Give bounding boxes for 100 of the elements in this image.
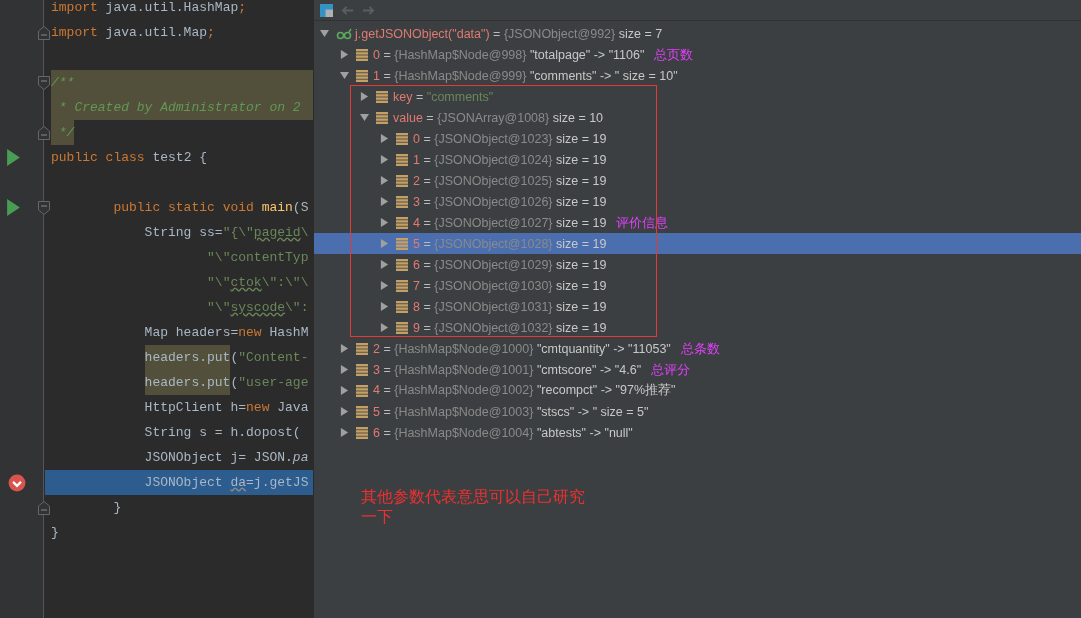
- tree-row[interactable]: 1 = {JSONObject@1024} size = 19: [314, 149, 1081, 170]
- field-icon: [356, 384, 368, 397]
- field-icon: [396, 216, 408, 229]
- caret-right-icon[interactable]: [380, 134, 389, 143]
- code-line: String s = h.dopost(: [143, 424, 301, 442]
- node-label: 4 = {HashMap$Node@1002} "recompct" -> "97%推荐": [373, 382, 676, 399]
- node-label: 5 = {JSONObject@1028} size = 19: [413, 236, 607, 251]
- code-line: * Created by Administrator on 2: [57, 99, 301, 117]
- caret-down-icon[interactable]: [360, 113, 369, 122]
- field-icon: [356, 363, 368, 376]
- node-label: value = {JSONArray@1008} size = 10: [393, 110, 604, 125]
- code-line: headers.put("user-age: [51, 370, 309, 395]
- field-icon: [396, 132, 408, 145]
- glasses-icon: [336, 27, 352, 40]
- code-line: headers.put("Content-: [51, 345, 309, 370]
- node-label: 9 = {JSONObject@1032} size = 19: [413, 320, 607, 335]
- field-icon: [356, 342, 368, 355]
- caret-right-icon[interactable]: [380, 218, 389, 227]
- tree-row[interactable]: 3 = {JSONObject@1026} size = 19: [314, 191, 1081, 212]
- fold-icon[interactable]: [38, 25, 50, 40]
- field-icon: [396, 258, 408, 271]
- run-icon[interactable]: [6, 199, 20, 216]
- tree-row[interactable]: j.getJSONObject("data") = {JSONObject@992} size = 7: [314, 23, 1081, 44]
- caret-right-icon[interactable]: [380, 302, 389, 311]
- tree-row[interactable]: 2 = {JSONObject@1025} size = 19: [314, 170, 1081, 191]
- tree-row[interactable]: value = {JSONArray@1008} size = 10: [314, 107, 1081, 128]
- node-label: 1 = {HashMap$Node@999} "comments" -> " size = 10": [373, 68, 678, 83]
- caret-right-icon[interactable]: [380, 323, 389, 332]
- tree-row[interactable]: 0 = {HashMap$Node@998} "totalpage" -> "1106" 总页数: [314, 44, 1081, 65]
- layout-icon[interactable]: [320, 3, 333, 17]
- fold-icon[interactable]: [38, 125, 50, 140]
- tree-row[interactable]: 8 = {JSONObject@1031} size = 19: [314, 296, 1081, 317]
- annotation-text: 其他参数代表意思可以自己研究一下: [361, 487, 585, 527]
- tree-row[interactable]: 3 = {HashMap$Node@1001} "cmtscore" -> "4.6" 总评分: [314, 359, 1081, 380]
- fold-icon[interactable]: [38, 500, 50, 515]
- caret-down-icon[interactable]: [320, 29, 329, 38]
- node-label: 4 = {JSONObject@1027} size = 19: [413, 215, 607, 230]
- caret-right-icon[interactable]: [340, 407, 349, 416]
- field-icon: [396, 279, 408, 292]
- code-line: import java.util.HashMap;: [51, 0, 247, 17]
- field-icon: [396, 300, 408, 313]
- tree-row[interactable]: 7 = {JSONObject@1030} size = 19: [314, 275, 1081, 296]
- node-label: 5 = {HashMap$Node@1003} "stscs" -> " size = 5": [373, 404, 649, 419]
- caret-right-icon[interactable]: [340, 50, 349, 59]
- annotation-note: 总页数: [654, 45, 694, 64]
- node-label: 0 = {HashMap$Node@998} "totalpage" -> "1106": [373, 47, 645, 62]
- node-label: 0 = {JSONObject@1023} size = 19: [413, 131, 607, 146]
- field-icon: [396, 153, 408, 166]
- tree-row[interactable]: 5 = {HashMap$Node@1003} "stscs" -> " size = 5": [314, 401, 1081, 422]
- node-label: 6 = {HashMap$Node@1004} "abtests" -> "null": [373, 425, 633, 440]
- field-icon: [356, 405, 368, 418]
- caret-right-icon[interactable]: [360, 92, 369, 101]
- node-label: 1 = {JSONObject@1024} size = 19: [413, 152, 607, 167]
- run-icon[interactable]: [6, 149, 20, 166]
- caret-right-icon[interactable]: [340, 428, 349, 437]
- code-line: }: [51, 524, 59, 542]
- node-label: j.getJSONObject("data") = {JSONObject@992} size = 7: [355, 26, 663, 41]
- tree-row[interactable]: 2 = {HashMap$Node@1000} "cmtquantity" -> "11053" 总条数: [314, 338, 1081, 359]
- tree-row[interactable]: 6 = {HashMap$Node@1004} "abtests" -> "null": [314, 422, 1081, 443]
- caret-right-icon[interactable]: [380, 197, 389, 206]
- annotation-note: 总评分: [651, 360, 691, 379]
- code-line: public class test2 {: [51, 149, 208, 167]
- caret-right-icon[interactable]: [340, 365, 349, 374]
- node-label: 2 = {HashMap$Node@1000} "cmtquantity" -> "11053": [373, 341, 671, 356]
- tree-row[interactable]: key = "comments": [314, 86, 1081, 107]
- code-line: "\"contentTyp: [206, 249, 309, 267]
- tree-row[interactable]: 4 = {HashMap$Node@1002} "recompct" -> "97%推荐": [314, 380, 1081, 401]
- tree-row[interactable]: 6 = {JSONObject@1029} size = 19: [314, 254, 1081, 275]
- node-label: 3 = {JSONObject@1026} size = 19: [413, 194, 607, 209]
- caret-down-icon[interactable]: [340, 71, 349, 80]
- caret-right-icon[interactable]: [340, 386, 349, 395]
- caret-right-icon[interactable]: [380, 260, 389, 269]
- caret-right-icon[interactable]: [380, 281, 389, 290]
- field-icon: [396, 237, 408, 250]
- code-line: public static void main(S: [112, 199, 309, 217]
- code-line: HttpClient h=new Java: [143, 399, 309, 417]
- fold-icon[interactable]: [38, 75, 50, 90]
- breakpoint-icon[interactable]: [8, 473, 26, 492]
- tree-row[interactable]: 9 = {JSONObject@1032} size = 19: [314, 317, 1081, 338]
- tree-row[interactable]: 1 = {HashMap$Node@999} "comments" -> " size = 10": [314, 65, 1081, 86]
- code-line: "\"ctok\":\"\: [206, 274, 309, 292]
- tree-row[interactable]: 0 = {JSONObject@1023} size = 19: [314, 128, 1081, 149]
- node-label: 8 = {JSONObject@1031} size = 19: [413, 299, 607, 314]
- code-line: import java.util.Map;: [51, 24, 215, 42]
- caret-right-icon[interactable]: [380, 155, 389, 164]
- code-line: }: [112, 499, 122, 517]
- field-icon: [356, 48, 368, 61]
- code-line: /**: [51, 74, 75, 92]
- caret-right-icon[interactable]: [380, 176, 389, 185]
- fold-icon[interactable]: [38, 200, 50, 215]
- code-line: String ss="{\"pageid\: [143, 224, 309, 242]
- node-label: 2 = {JSONObject@1025} size = 19: [413, 173, 607, 188]
- field-icon: [376, 90, 388, 103]
- code-line: JSONObject da=j.getJS: [143, 474, 309, 492]
- field-icon: [356, 426, 368, 439]
- field-icon: [356, 69, 368, 82]
- node-label: key = "comments": [393, 89, 494, 104]
- code-line: Map headers=new HashM: [143, 324, 309, 342]
- annotation-note: 总条数: [680, 339, 720, 358]
- caret-right-icon[interactable]: [340, 344, 349, 353]
